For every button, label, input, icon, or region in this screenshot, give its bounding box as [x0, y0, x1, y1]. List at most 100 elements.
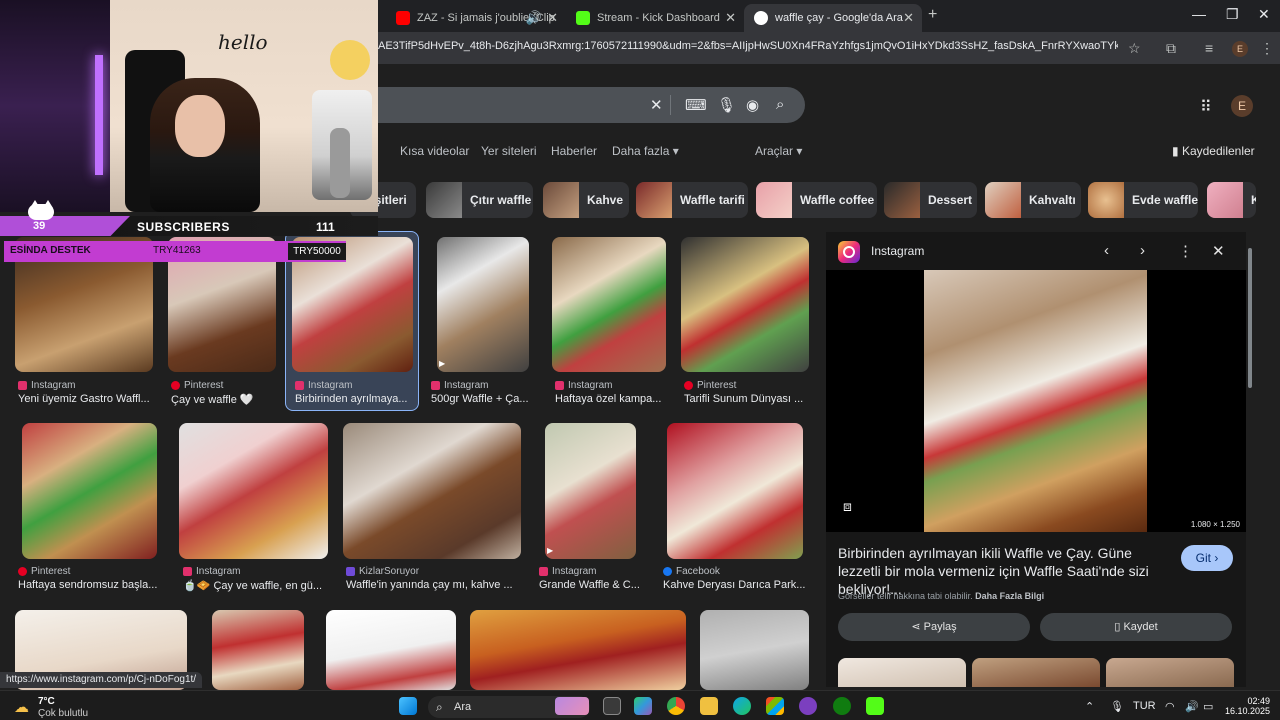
tab-zaz[interactable]: ZAZ - Si jamais j'oublie (Clip 🔊 ✕	[386, 4, 566, 32]
more-info-link[interactable]: Daha Fazla Bilgi	[975, 591, 1044, 601]
windows-start-icon[interactable]	[399, 697, 417, 715]
temperature[interactable]: 7°C	[38, 696, 55, 707]
tab-more[interactable]: Daha fazla ▾	[612, 144, 679, 158]
result-image[interactable]	[681, 237, 809, 372]
bookmark-star-icon[interactable]: ☆	[1128, 40, 1141, 57]
chip-homemade-waffle[interactable]: Evde waffle	[1088, 182, 1198, 218]
save-button[interactable]: ▯ Kaydet	[1040, 613, 1232, 641]
chip-label: Çıtır waffle	[470, 193, 532, 207]
result-image[interactable]	[22, 423, 157, 559]
weather-cloud-icon[interactable]: ☁	[14, 698, 29, 716]
result-image[interactable]	[470, 610, 686, 690]
chip-breakfast[interactable]: Kahvaltı	[985, 182, 1081, 218]
task-view-icon[interactable]	[603, 697, 621, 715]
result-caption[interactable]: Grande Waffle & C...	[539, 579, 641, 591]
result-caption[interactable]: Kahve Deryası Darıca Park...	[663, 579, 807, 591]
url-field[interactable]: AE3TifP5dHvEPv_4t8h-D6zjhAgu3Rxmrg:17605…	[378, 40, 1118, 52]
result-image[interactable]	[552, 237, 666, 372]
result-caption[interactable]: Yeni üyemiz Gastro Waffl...	[18, 393, 154, 405]
weather-description[interactable]: Çok bulutlu	[38, 708, 88, 719]
obs-icon[interactable]	[799, 697, 817, 715]
result-caption[interactable]: Haftaya sendromsuz başla...	[18, 579, 158, 591]
result-caption[interactable]: 500gr Waffle + Ça...	[431, 393, 531, 405]
tab-sites[interactable]: Yer siteleri	[481, 144, 537, 158]
lens-search-icon[interactable]: ⧈	[843, 498, 852, 515]
minimize-icon[interactable]: —	[1192, 6, 1206, 22]
close-icon[interactable]: ✕	[903, 10, 914, 26]
result-caption[interactable]: 🍵🧇 Çay ve waffle, en gü...	[183, 579, 325, 592]
scrollbar-thumb[interactable]	[1248, 248, 1252, 388]
related-image[interactable]	[972, 658, 1100, 687]
clear-icon[interactable]: ✕	[650, 96, 663, 114]
copilot-icon[interactable]	[634, 697, 652, 715]
new-tab-button[interactable]: +	[928, 6, 937, 24]
result-caption[interactable]: Haftaya özel kampa...	[555, 393, 665, 405]
chip-waffle-coffee[interactable]: Waffle coffee	[756, 182, 877, 218]
search-icon[interactable]: ⌕	[776, 96, 784, 113]
preview-image[interactable]	[826, 270, 1246, 532]
result-caption[interactable]: Birbirinden ayrılmaya...	[295, 393, 413, 405]
chip-partial[interactable]: K	[1207, 182, 1256, 218]
result-image[interactable]: ▶	[545, 423, 636, 559]
speaker-icon[interactable]: 🔊	[526, 10, 542, 26]
result-image[interactable]	[700, 610, 809, 690]
close-icon[interactable]: ✕	[547, 10, 558, 26]
share-button[interactable]: ⋖ Paylaş	[838, 613, 1030, 641]
chip-coffee[interactable]: Kahve	[543, 182, 629, 218]
related-image[interactable]	[1106, 658, 1234, 687]
preview-title[interactable]: Birbirinden ayrılmayan ikili Waffle ve Ç…	[838, 544, 1168, 598]
file-explorer-icon[interactable]	[700, 697, 718, 715]
xbox-icon[interactable]	[833, 697, 851, 715]
result-image[interactable]: ▶	[437, 237, 529, 372]
previous-icon[interactable]: ‹	[1104, 242, 1109, 259]
saved-link[interactable]: ▮ Kaydedilenler	[1172, 144, 1255, 158]
store-icon[interactable]	[766, 697, 784, 715]
search-input[interactable]: ✕ ⌨ 🎙 ◉ ⌕	[350, 87, 805, 123]
tab-news[interactable]: Haberler	[551, 144, 597, 158]
account-avatar[interactable]: E	[1231, 95, 1253, 117]
bookmark-icon: ▯	[1114, 621, 1121, 633]
close-icon[interactable]: ✕	[1212, 242, 1225, 260]
result-image[interactable]	[179, 423, 328, 559]
close-icon[interactable]: ✕	[725, 10, 736, 26]
keyboard-icon[interactable]: ⌨	[685, 96, 707, 114]
chip-crispy-waffle[interactable]: Çıtır waffle	[426, 182, 533, 218]
extensions-icon[interactable]: ⧉	[1166, 40, 1176, 57]
microphone-icon[interactable]: 🎙	[717, 96, 736, 114]
chevron-up-icon[interactable]: ⌃	[1085, 700, 1094, 713]
chrome-icon[interactable]	[667, 697, 685, 715]
window-close-icon[interactable]: ✕	[1258, 6, 1270, 23]
tab-kick[interactable]: Stream - Kick Dashboard ✕	[566, 4, 744, 32]
chip-waffle-recipe[interactable]: Waffle tarifi	[636, 182, 748, 218]
result-caption[interactable]: Waffle'in yanında çay mı, kahve ...	[346, 579, 521, 591]
tools-menu[interactable]: Araçlar ▾	[755, 144, 802, 158]
restore-icon[interactable]: ❐	[1226, 6, 1239, 23]
result-image[interactable]	[212, 610, 304, 690]
next-icon[interactable]: ›	[1140, 242, 1145, 259]
result-image[interactable]	[326, 610, 456, 690]
result-caption[interactable]: Tarifli Sunum Dünyası ...	[684, 393, 808, 405]
media-controls-icon[interactable]: ≡	[1205, 40, 1213, 56]
apps-grid-icon[interactable]: ⠿	[1200, 97, 1212, 117]
clock[interactable]: 02:49 16.10.2025	[1222, 696, 1270, 716]
edge-icon[interactable]	[733, 697, 751, 715]
battery-icon[interactable]: ▭	[1203, 700, 1213, 713]
more-options-icon[interactable]: ⋮	[1178, 242, 1193, 260]
result-image[interactable]	[667, 423, 803, 559]
visit-button[interactable]: Git ›	[1181, 545, 1233, 571]
tab-google[interactable]: waffle çay - Google'da Ara ✕	[744, 4, 922, 32]
microphone-icon[interactable]: 🎙	[1110, 700, 1124, 713]
preview-source[interactable]: Instagram	[871, 244, 924, 258]
kick-app-icon[interactable]	[866, 697, 884, 715]
related-image[interactable]	[838, 658, 966, 687]
kebab-menu-icon[interactable]: ⋮	[1260, 40, 1274, 57]
result-image[interactable]	[343, 423, 521, 559]
volume-icon[interactable]: 🔊	[1185, 700, 1199, 713]
wifi-icon[interactable]: ◠	[1165, 700, 1175, 713]
result-caption[interactable]: Çay ve waffle 🤍	[171, 393, 277, 406]
language-indicator[interactable]: TUR	[1133, 700, 1156, 712]
profile-avatar[interactable]: E	[1232, 41, 1248, 57]
lens-icon[interactable]: ◉	[746, 96, 759, 114]
tab-short-videos[interactable]: Kısa videolar	[400, 144, 469, 158]
chip-dessert[interactable]: Dessert	[884, 182, 977, 218]
